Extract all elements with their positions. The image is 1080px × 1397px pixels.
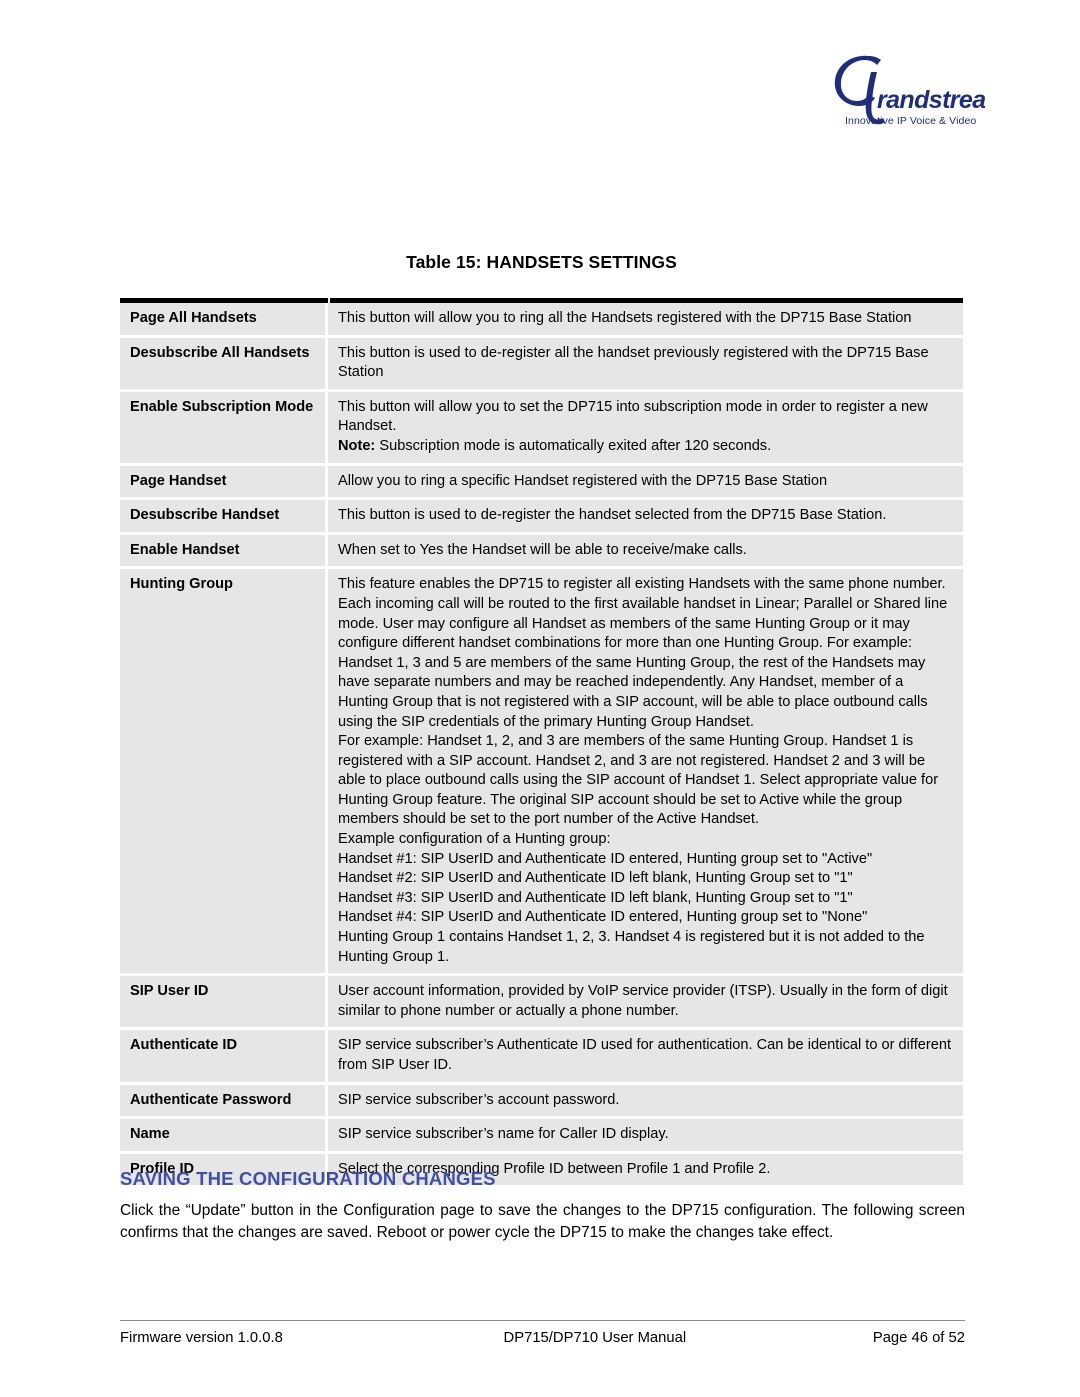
- description-line: Example configuration of a Hunting group…: [338, 831, 611, 848]
- note-label: Note:: [338, 437, 376, 454]
- grandstream-logo-icon: randstream Innovative IP Voice & Video: [834, 55, 985, 127]
- description-line: Allow you to ring a specific Handset reg…: [338, 472, 828, 489]
- handsets-settings-table: Page All Handsets This button will allow …: [120, 298, 963, 1186]
- table-row-label: SIP User ID: [120, 976, 328, 1031]
- page-footer: Firmware version 1.0.0.8 DP715/DP710 Use…: [120, 1330, 965, 1346]
- description-note: Note: Subscription mode is automatically…: [338, 437, 955, 457]
- table-row-description: When set to Yes the Handset will be able…: [328, 534, 963, 570]
- footer-firmware: Firmware version 1.0.0.8: [120, 1330, 283, 1346]
- table-row: Hunting Group This feature enables the DP…: [120, 569, 963, 977]
- table-row: Desubscribe All Handsets This button is u…: [120, 337, 963, 392]
- table-row-label: Hunting Group: [120, 569, 328, 977]
- table-row: SIP User ID User account information, pro…: [120, 976, 963, 1031]
- table-row-description: SIP service subscriber’s account passwor…: [328, 1084, 963, 1120]
- description-line: This button will allow you to ring all t…: [338, 310, 912, 326]
- svg-text:randstream: randstream: [877, 86, 985, 114]
- table-row-label: Enable Handset: [120, 534, 328, 570]
- table-row-description: This button is used to de-register the h…: [328, 500, 963, 535]
- table-row: Desubscribe Handset This button is used t…: [120, 500, 963, 535]
- table-row: Enable Subscription Mode This button will…: [120, 391, 963, 466]
- document-page: randstream Innovative IP Voice & Video T…: [0, 0, 1080, 1397]
- description-line: Handset #1: SIP UserID and Authenticate …: [338, 850, 873, 867]
- description-line: SIP service subscriber’s account passwor…: [338, 1091, 620, 1108]
- table-row-description: SIP service subscriber’s Authenticate ID…: [328, 1030, 963, 1085]
- description-line: Handset #3: SIP UserID and Authenticate …: [338, 889, 853, 906]
- table-row-label: Desubscribe All Handsets: [120, 337, 328, 392]
- description-line: SIP service subscriber’s Authenticate ID…: [338, 1037, 952, 1073]
- table-row: Authenticate Password SIP service subscri…: [120, 1084, 963, 1120]
- footer-page-number: Page 46 of 52: [872, 1330, 965, 1346]
- description-line: This feature enables the DP715 to regist…: [338, 576, 948, 730]
- section-heading: SAVING THE CONFIGURATION CHANGES: [120, 1168, 496, 1189]
- svg-text:Innovative IP Voice & Video: Innovative IP Voice & Video: [845, 115, 976, 127]
- description-line: This button will allow you to set the DP…: [338, 398, 928, 435]
- table-row: Enable Handset When set to Yes the Handse…: [120, 534, 963, 570]
- footer-divider: [120, 1320, 965, 1321]
- table-row-label: Desubscribe Handset: [120, 500, 328, 535]
- table-row: Authenticate ID SIP service subscriber’s …: [120, 1030, 963, 1085]
- note-text: Subscription mode is automatically exite…: [375, 437, 772, 454]
- table-row: Name SIP service subscriber’s name for Ca…: [120, 1119, 963, 1154]
- table-row-description: This button is used to de-register all t…: [328, 337, 963, 392]
- table-row-description: This feature enables the DP715 to regist…: [328, 569, 963, 977]
- grandstream-logo: randstream Innovative IP Voice & Video: [825, 46, 985, 141]
- description-line: Handset #2: SIP UserID and Authenticate …: [338, 870, 853, 887]
- table-row-label: Name: [120, 1119, 328, 1154]
- table-body: Page All Handsets This button will allow …: [120, 303, 963, 1186]
- table-row: Page All Handsets This button will allow …: [120, 303, 963, 338]
- description-line: SIP service subscriber’s name for Caller…: [338, 1126, 669, 1143]
- table-row-description: SIP service subscriber’s name for Caller…: [328, 1119, 963, 1154]
- description-line: Hunting Group 1 contains Handset 1, 2, 3…: [338, 929, 925, 965]
- table-top-border: [120, 298, 963, 303]
- description-line: This button is used to de-register the h…: [338, 507, 887, 524]
- table-row-description: User account information, provided by Vo…: [328, 976, 963, 1031]
- footer-manual-title: DP715/DP710 User Manual: [503, 1330, 687, 1346]
- table-row-label: Page All Handsets: [120, 303, 328, 338]
- description-line: User account information, provided by Vo…: [338, 983, 948, 1019]
- table-row-label: Authenticate Password: [120, 1084, 328, 1120]
- table-row-description: This button will allow you to ring all t…: [328, 303, 963, 338]
- table-row-description: Allow you to ring a specific Handset reg…: [328, 465, 963, 501]
- description-line: This button is used to de-register all t…: [338, 344, 929, 381]
- page-header: randstream Innovative IP Voice & Video: [825, 46, 985, 141]
- description-line: Handset #4: SIP UserID and Authenticate …: [338, 909, 868, 926]
- settings-table: Page All Handsets This button will allow …: [120, 303, 963, 1186]
- table-row: Page Handset Allow you to ring a specific…: [120, 465, 963, 501]
- table-row-label: Page Handset: [120, 465, 328, 501]
- table-row-label: Authenticate ID: [120, 1030, 328, 1085]
- description-line: When set to Yes the Handset will be able…: [338, 541, 747, 558]
- table-caption: Table 15: HANDSETS SETTINGS: [406, 252, 677, 272]
- description-line: For example: Handset 1, 2, and 3 are mem…: [338, 733, 939, 828]
- table-row-description: This button will allow you to set the DP…: [328, 391, 963, 466]
- section-paragraph: Click the “Update” button in the Configu…: [120, 1202, 965, 1241]
- table-row-label: Enable Subscription Mode: [120, 391, 328, 466]
